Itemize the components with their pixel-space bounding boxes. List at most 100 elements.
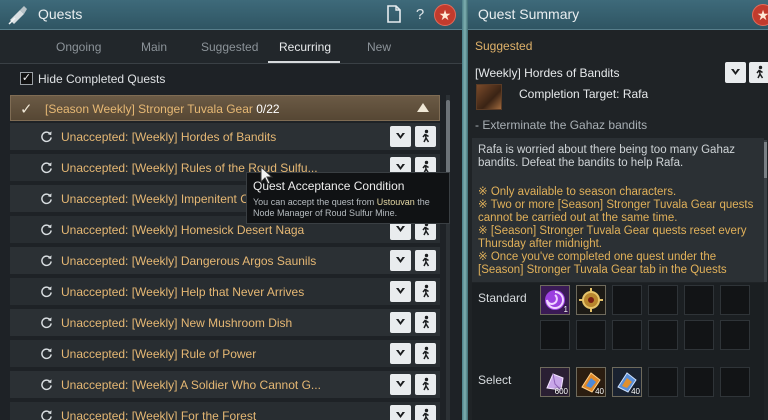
quests-window: Quests ? ★ Ongoing Main Suggested Recurr… (0, 0, 462, 420)
reward-count: 40 (595, 387, 604, 396)
quest-row[interactable]: Unaccepted: [Weekly] A Soldier Who Canno… (10, 371, 440, 399)
tab-main[interactable]: Main (141, 40, 167, 54)
quest-label: Unaccepted: [Weekly] Homesick Desert Nag… (61, 223, 305, 237)
quest-description-box[interactable]: Rafa is worried about there being too ma… (472, 138, 764, 282)
active-tab-indicator (268, 61, 340, 63)
chevron-down-icon (396, 257, 405, 263)
npc-portrait (476, 84, 502, 110)
quest-label: Unaccepted: [Weekly] For the Forest (61, 409, 257, 420)
expand-summary-button[interactable] (725, 62, 746, 83)
tab-new[interactable]: New (367, 40, 391, 54)
tooltip-body-pre: You can accept the quest from (253, 197, 377, 207)
quest-notes: ※ Only available to season characters. ※… (478, 186, 758, 277)
refresh-icon (41, 255, 52, 267)
tab-recurring[interactable]: Recurring (279, 40, 331, 54)
description-scroll-thumb[interactable] (764, 142, 767, 178)
expand-quest-button[interactable] (390, 126, 411, 147)
tooltip-npc-name: Ustouvan (376, 197, 415, 207)
reward-slot-empty (648, 367, 678, 397)
quest-row[interactable]: Unaccepted: [Weekly] Rule of Power (10, 340, 440, 368)
chevron-down-icon (396, 350, 405, 356)
walking-figure-icon (422, 284, 430, 298)
completion-target: Completion Target: Rafa (519, 87, 649, 101)
reward-slot[interactable]: 600 (540, 367, 570, 397)
quest-label: Unaccepted: [Weekly] Hordes of Bandits (61, 130, 277, 144)
reward-slot[interactable]: 40 (612, 367, 642, 397)
navigate-button[interactable] (415, 405, 436, 420)
refresh-icon (41, 379, 52, 391)
navigate-button[interactable] (749, 62, 768, 83)
document-icon[interactable] (384, 5, 404, 25)
reward-slot[interactable]: 40 (576, 367, 606, 397)
gold-medallion-icon (577, 286, 605, 314)
quest-note: ※ Once you've completed one quest under … (478, 251, 727, 276)
quest-label: Unaccepted: [Weekly] A Soldier Who Canno… (61, 378, 321, 392)
quest-group-count: 0/22 (256, 102, 280, 116)
tab-ongoing[interactable]: Ongoing (56, 40, 101, 54)
refresh-icon (41, 131, 52, 143)
reward-slot-empty (540, 320, 570, 350)
star-icon[interactable]: ★ (752, 4, 768, 26)
tooltip-body: You can accept the quest from Ustouvan t… (253, 197, 447, 219)
quest-row[interactable]: Unaccepted: [Weekly] Dangerous Argos Sau… (10, 247, 440, 275)
chevron-down-icon (396, 319, 405, 325)
quest-row[interactable]: Unaccepted: [Weekly] Hordes of Bandits (10, 123, 440, 151)
reward-slot-empty (612, 320, 642, 350)
reward-slot[interactable] (576, 285, 606, 315)
quests-titlebar[interactable]: Quests ? ★ (0, 0, 462, 30)
reward-slot[interactable]: 1 (540, 285, 570, 315)
expand-quest-button[interactable] (390, 343, 411, 364)
hide-completed-label: Hide Completed Quests (38, 72, 166, 86)
reward-slot-empty (720, 285, 750, 315)
star-icon[interactable]: ★ (434, 4, 456, 26)
navigate-button[interactable] (415, 281, 436, 302)
quest-row[interactable]: Unaccepted: [Weekly] Help that Never Arr… (10, 278, 440, 306)
navigate-button[interactable] (415, 126, 436, 147)
quest-group-header[interactable]: ✓ [Season Weekly] Stronger Tuvala Gear 0… (10, 95, 440, 121)
navigate-button[interactable] (415, 312, 436, 333)
quest-row[interactable]: Unaccepted: [Weekly] For the Forest (10, 402, 440, 420)
checkmark-icon: ✓ (20, 101, 33, 118)
game-ui: Quests ? ★ Ongoing Main Suggested Recurr… (0, 0, 768, 420)
walking-figure-icon (756, 65, 764, 79)
summary-section-label: Suggested (475, 39, 533, 53)
walking-figure-icon (422, 315, 430, 329)
quest-label: Unaccepted: [Weekly] Impenitent C (61, 192, 249, 206)
rewards-panel: Standard Select 1 600 40 40 (472, 283, 764, 420)
chevron-down-icon (396, 381, 405, 387)
walking-figure-icon (422, 377, 430, 391)
quest-group-name: [Season Weekly] Stronger Tuvala Gear (45, 102, 253, 116)
expand-quest-button[interactable] (390, 374, 411, 395)
expand-quest-button[interactable] (390, 281, 411, 302)
help-icon[interactable]: ? (410, 5, 430, 25)
reward-slot-empty (648, 285, 678, 315)
tab-suggested[interactable]: Suggested (201, 40, 258, 54)
reward-slot-empty (720, 367, 750, 397)
navigate-button[interactable] (415, 250, 436, 271)
navigate-button[interactable] (415, 374, 436, 395)
navigate-button[interactable] (415, 343, 436, 364)
quest-list: Unaccepted: [Weekly] Hordes of Bandits U… (10, 123, 440, 420)
refresh-icon (41, 286, 52, 298)
quest-label: Unaccepted: [Weekly] Help that Never Arr… (61, 285, 305, 299)
quest-summary-titlebar[interactable]: Quest Summary ★ (468, 0, 768, 30)
chevron-down-icon (396, 288, 405, 294)
chevron-down-icon (396, 226, 405, 232)
hide-completed-checkbox[interactable]: ✓ (20, 72, 33, 85)
collapse-arrow-icon[interactable] (417, 103, 429, 112)
quest-note: ※ [Season] Stronger Tuvala Gear quests r… (478, 225, 747, 250)
expand-quest-button[interactable] (390, 250, 411, 271)
expand-quest-button[interactable] (390, 312, 411, 333)
mouse-cursor-icon (260, 166, 274, 185)
reward-count: 1 (563, 305, 568, 314)
quest-row[interactable]: Unaccepted: [Weekly] New Mushroom Dish (10, 309, 440, 337)
quest-objective: - Exterminate the Gahaz bandits (475, 118, 648, 132)
walking-figure-icon (422, 253, 430, 267)
reward-slot-empty (684, 320, 714, 350)
quest-label: Unaccepted: [Weekly] Rule of Power (61, 347, 257, 361)
expand-quest-button[interactable] (390, 405, 411, 420)
reward-count: 600 (554, 387, 568, 396)
reward-slot-empty (576, 320, 606, 350)
refresh-icon (41, 348, 52, 360)
reward-slot-empty (684, 285, 714, 315)
